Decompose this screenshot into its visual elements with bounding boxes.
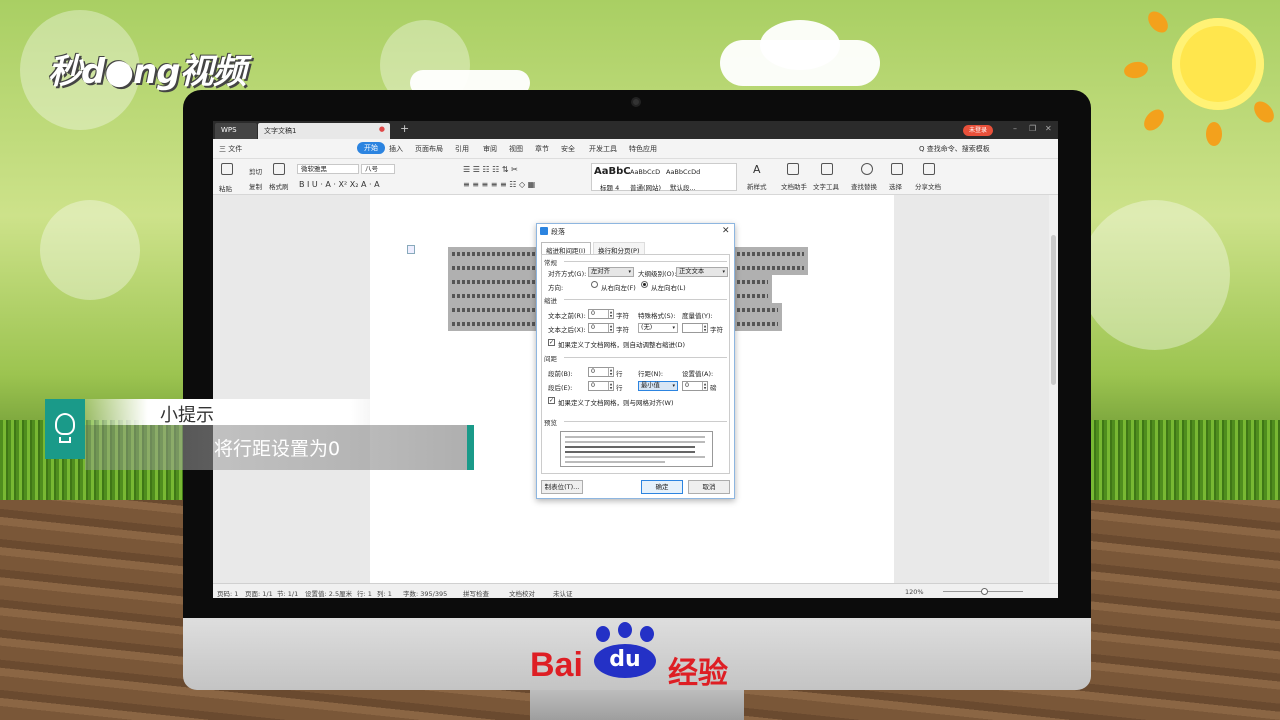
status-bar: 页码: 1 页面: 1/1 节: 1/1 设置值: 2.5厘米 行: 1 列: … bbox=[213, 583, 1058, 598]
format-painter-icon[interactable] bbox=[273, 163, 285, 175]
rtl-radio[interactable] bbox=[591, 281, 598, 288]
baidu-jingyan-logo: Bai du 经验 bbox=[530, 622, 770, 690]
menu-home[interactable]: 开始 bbox=[357, 142, 385, 154]
minimize-icon[interactable]: – bbox=[1013, 124, 1017, 133]
command-search[interactable]: Q 查找命令、搜索模板 bbox=[919, 144, 990, 154]
snap-to-grid-checkbox[interactable]: ✓ bbox=[548, 397, 555, 404]
indent-before-input[interactable]: 0 ▲ ▼ bbox=[588, 309, 614, 319]
cut-button[interactable]: 剪切 bbox=[249, 166, 262, 176]
space-after-input[interactable]: 0 ▲ ▼ bbox=[588, 381, 614, 391]
proofread-button[interactable]: 文档校对 bbox=[509, 588, 535, 598]
menu-references[interactable]: 引用 bbox=[455, 144, 469, 154]
doc-helper-button[interactable]: 文档助手 bbox=[781, 181, 807, 191]
menu-security[interactable]: 安全 bbox=[561, 144, 575, 154]
menu-view[interactable]: 视图 bbox=[509, 144, 523, 154]
indent-after-input[interactable]: 0 ▲ ▼ bbox=[588, 323, 614, 333]
menu-developer[interactable]: 开发工具 bbox=[589, 144, 617, 154]
tip-body: 将行距设置为0 bbox=[85, 425, 474, 470]
menu-insert[interactable]: 插入 bbox=[389, 144, 403, 154]
space-before-input[interactable]: 0 ▲ ▼ bbox=[588, 367, 614, 377]
find-replace-button[interactable]: 查找替换 bbox=[851, 181, 877, 191]
title-bar: WPS 文字文稿1 ● + 未登录 – ❐ ✕ bbox=[213, 121, 1058, 139]
menu-chapter[interactable]: 章节 bbox=[535, 144, 549, 154]
menu-features[interactable]: 特色应用 bbox=[629, 144, 657, 154]
monitor-stand bbox=[530, 690, 744, 720]
close-tab-icon[interactable]: ● bbox=[379, 125, 385, 133]
measure-input[interactable]: ▲ ▼ bbox=[682, 323, 708, 333]
tab-indent-spacing[interactable]: 缩进和间距(I) bbox=[541, 242, 591, 255]
ribbon-toolbar: 粘贴 剪切 复制 格式刷 微软雅黑 八号 B I U · A · X² X₂ A… bbox=[213, 159, 1058, 195]
alignment-select[interactable]: 左对齐 ▾ bbox=[588, 267, 634, 277]
paragraph-dialog: 段落 ✕ 缩进和间距(I) 换行和分页(P) 常规 对齐方式(G): 左对齐 ▾ … bbox=[536, 223, 735, 499]
text-tools-button[interactable]: 文字工具 bbox=[813, 181, 839, 191]
paste-button[interactable]: 粘贴 bbox=[219, 183, 232, 193]
webcam-icon bbox=[631, 97, 641, 107]
align-buttons[interactable]: ≡ ≡ ≡ ≡ ≡ ☷ ◇ ▦ bbox=[463, 180, 535, 189]
tip-title: 小提示 bbox=[85, 399, 398, 426]
close-icon[interactable]: ✕ bbox=[722, 226, 730, 236]
spell-check-button[interactable]: 拼写检查 bbox=[463, 588, 489, 598]
document-icon[interactable] bbox=[407, 245, 415, 254]
spacing-value-input[interactable]: 0 ▲ ▼ bbox=[682, 381, 708, 391]
special-format-select[interactable]: (无) ▾ bbox=[638, 323, 678, 333]
dialog-title: 段落 bbox=[537, 224, 734, 239]
tab-wps[interactable]: WPS bbox=[215, 123, 257, 139]
maximize-icon[interactable]: ❐ bbox=[1029, 124, 1036, 133]
zoom-slider[interactable] bbox=[943, 588, 1023, 595]
sun-icon bbox=[1172, 18, 1264, 110]
new-style-icon[interactable]: A bbox=[753, 163, 761, 176]
font-name-select[interactable]: 微软雅黑 bbox=[297, 164, 359, 174]
outline-level-select[interactable]: 正文文本 ▾ bbox=[676, 267, 728, 277]
style-gallery[interactable]: AaBbC 标题 4 AaBbCcD 普通(网站) AaBbCcDd 默认段..… bbox=[591, 163, 737, 192]
menu-file[interactable]: 三 文件 bbox=[219, 144, 242, 154]
wps-window: WPS 文字文稿1 ● + 未登录 – ❐ ✕ 三 文件 开始 插入 页面布局 … bbox=[213, 121, 1058, 598]
menu-page-layout[interactable]: 页面布局 bbox=[415, 144, 443, 154]
tip-accent-bar bbox=[467, 425, 474, 470]
font-format-buttons[interactable]: B I U · A · X² X₂ A · A bbox=[299, 180, 380, 189]
certification-status[interactable]: 未认证 bbox=[553, 588, 573, 598]
format-painter-button[interactable]: 格式刷 bbox=[269, 181, 289, 191]
doc-helper-icon[interactable] bbox=[787, 163, 799, 175]
search-icon[interactable] bbox=[861, 163, 873, 175]
cancel-button[interactable]: 取消 bbox=[688, 480, 730, 494]
paragraph-preview bbox=[560, 431, 713, 467]
share-icon[interactable] bbox=[923, 163, 935, 175]
auto-adjust-checkbox[interactable]: ✓ bbox=[548, 339, 555, 346]
copy-button[interactable]: 复制 bbox=[249, 181, 262, 191]
tab-stops-button[interactable]: 制表位(T)... bbox=[541, 480, 583, 494]
zoom-level[interactable]: 120% bbox=[905, 588, 924, 596]
wrench-icon[interactable] bbox=[821, 163, 833, 175]
line-spacing-select[interactable]: 最小值 ▾ bbox=[638, 381, 678, 391]
lightbulb-icon bbox=[45, 399, 85, 459]
ok-button[interactable]: 确定 bbox=[641, 480, 683, 494]
paste-icon[interactable] bbox=[221, 163, 233, 175]
login-button[interactable]: 未登录 bbox=[963, 125, 993, 136]
wps-icon bbox=[540, 227, 548, 235]
font-size-select[interactable]: 八号 bbox=[361, 164, 395, 174]
menu-bar: 三 文件 开始 插入 页面布局 引用 审阅 视图 章节 安全 开发工具 特色应用… bbox=[213, 139, 1058, 159]
select-button[interactable]: 选择 bbox=[889, 181, 902, 191]
miaodong-logo: 秒d●ng视频 bbox=[48, 52, 247, 92]
close-window-icon[interactable]: ✕ bbox=[1045, 124, 1052, 133]
cursor-icon[interactable] bbox=[891, 163, 903, 175]
tab-document[interactable]: 文字文稿1 ● bbox=[258, 123, 390, 139]
vertical-scrollbar[interactable] bbox=[1049, 195, 1058, 583]
share-doc-button[interactable]: 分享文档 bbox=[915, 181, 941, 191]
menu-review[interactable]: 审阅 bbox=[483, 144, 497, 154]
paragraph-buttons[interactable]: ☰ ☰ ☷ ☷ ⇅ ✂ bbox=[463, 165, 518, 174]
new-style-button[interactable]: 新样式 bbox=[747, 181, 767, 191]
ltr-radio[interactable] bbox=[641, 281, 648, 288]
baidu-paw-icon: du bbox=[594, 644, 656, 678]
new-tab-icon[interactable]: + bbox=[400, 122, 409, 135]
tab-line-page-break[interactable]: 换行和分页(P) bbox=[593, 242, 645, 255]
